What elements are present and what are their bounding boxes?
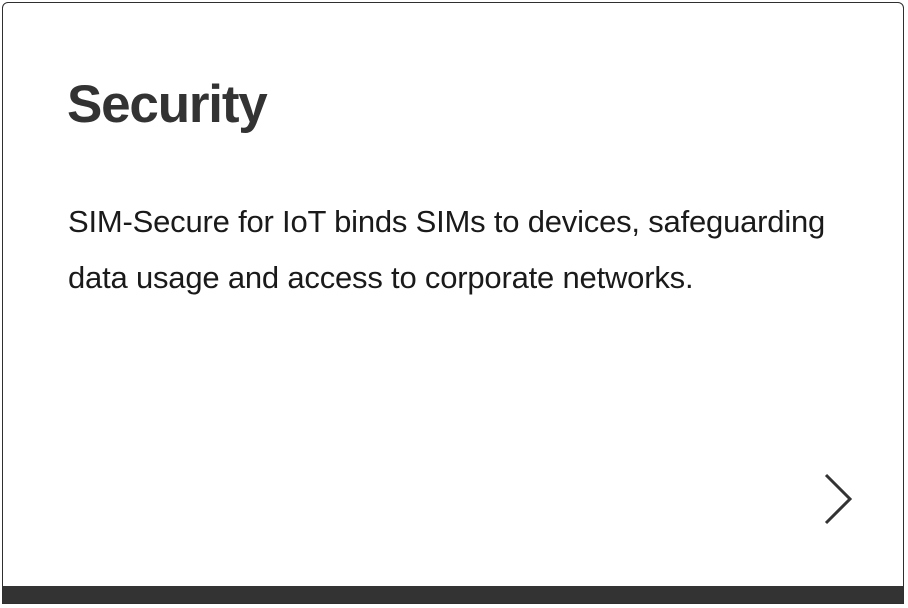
card-description: SIM-Secure for IoT binds SIMs to devices…	[68, 204, 826, 295]
card-bottom-bar	[3, 586, 903, 603]
card-title: Security	[67, 75, 268, 134]
chevron-right-icon[interactable]	[817, 469, 853, 525]
security-card[interactable]: Security SIM-Secure for IoT binds SIMs t…	[2, 2, 904, 604]
